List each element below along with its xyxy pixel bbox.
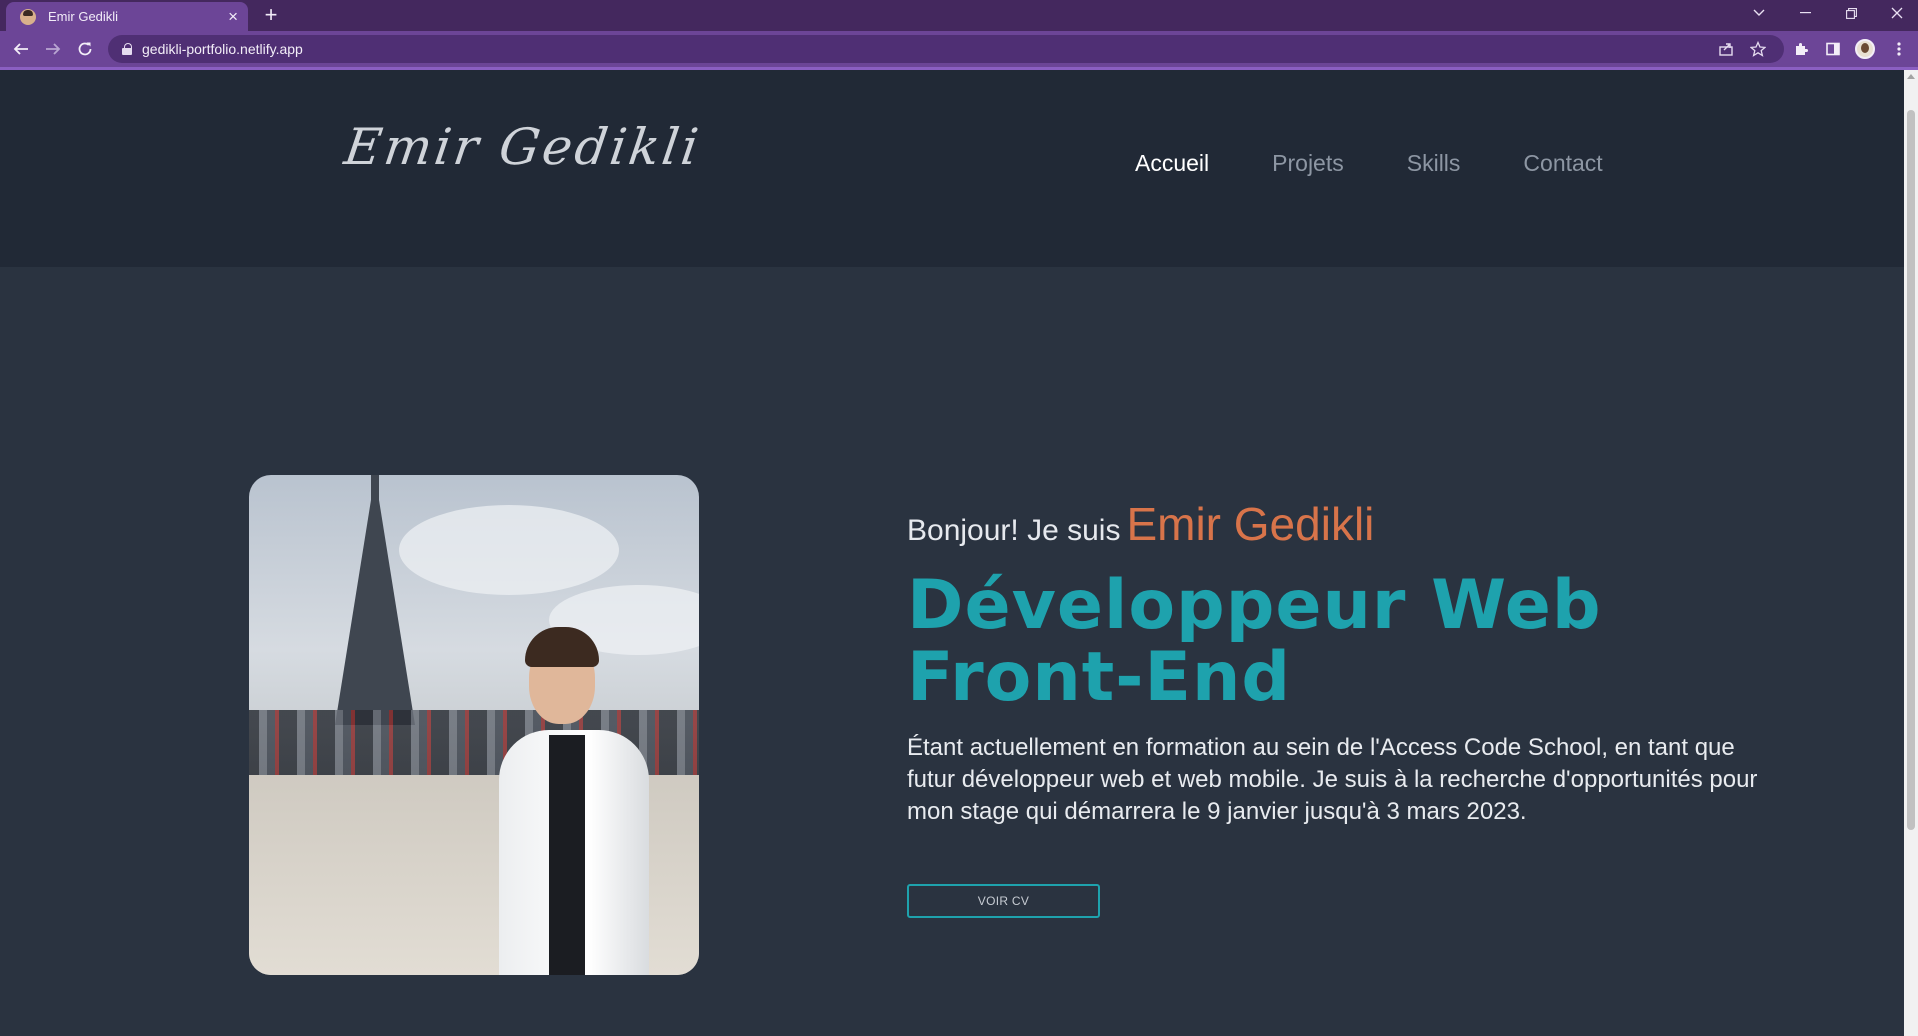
puzzle-icon[interactable] [1788,36,1814,62]
side-panel-icon[interactable] [1820,36,1846,62]
profile-photo [249,475,699,975]
url-text: gedikli-portfolio.netlify.app [142,41,303,57]
browser-tab-bar: Emir Gedikli × + [0,0,1918,31]
lock-icon[interactable] [122,43,132,55]
voir-cv-button[interactable]: VOIR CV [907,884,1100,918]
hero-headline: Développeur Web Front-End [907,570,1707,714]
reload-icon[interactable] [72,36,98,62]
favicon-avatar-icon [20,8,36,25]
browser-tab[interactable]: Emir Gedikli × [6,2,248,31]
address-bar[interactable]: gedikli-portfolio.netlify.app [108,35,1784,63]
share-icon[interactable] [1716,39,1736,59]
intro-name: Emir Gedikli [1126,498,1375,550]
site-header: Emir Gedikli Accueil Projets Skills Cont… [0,70,1904,267]
page-viewport: Emir Gedikli Accueil Projets Skills Cont… [0,70,1904,1036]
new-tab-plus-icon[interactable]: + [259,3,283,27]
kebab-menu-icon[interactable] [1886,36,1912,62]
site-logo[interactable]: Emir Gedikli [341,118,705,176]
tab-close-icon[interactable]: × [228,8,238,25]
profile-avatar-icon[interactable] [1852,36,1878,62]
back-arrow-icon[interactable] [8,36,34,62]
restore-icon[interactable] [1828,0,1874,26]
nav-item-projets[interactable]: Projets [1272,150,1344,177]
intro-line: Bonjour! Je suis Emir Gedikli [907,497,1374,551]
avatar [1855,39,1875,59]
tab-search-chevron-icon[interactable] [1736,0,1782,26]
intro-prefix: Bonjour! Je suis [907,514,1121,547]
scroll-thumb[interactable] [1907,110,1915,830]
nav-item-skills[interactable]: Skills [1407,150,1461,177]
headline-line-1: Développeur Web [907,566,1602,645]
nav-item-accueil[interactable]: Accueil [1135,150,1209,177]
nav-item-contact[interactable]: Contact [1523,150,1602,177]
headline-line-2: Front-End [907,638,1292,717]
tab-title: Emir Gedikli [48,9,119,24]
star-icon[interactable] [1748,39,1768,59]
page-scrollbar[interactable] [1904,70,1918,1036]
forward-arrow-icon[interactable] [40,36,66,62]
scroll-up-arrow-icon[interactable] [1907,74,1915,79]
hero-bio: Étant actuellement en formation au sein … [907,734,1758,825]
main-nav: Accueil Projets Skills Contact [1135,150,1603,177]
minimize-icon[interactable] [1782,0,1828,26]
window-close-icon[interactable] [1874,0,1918,26]
browser-toolbar: gedikli-portfolio.netlify.app [0,31,1918,67]
